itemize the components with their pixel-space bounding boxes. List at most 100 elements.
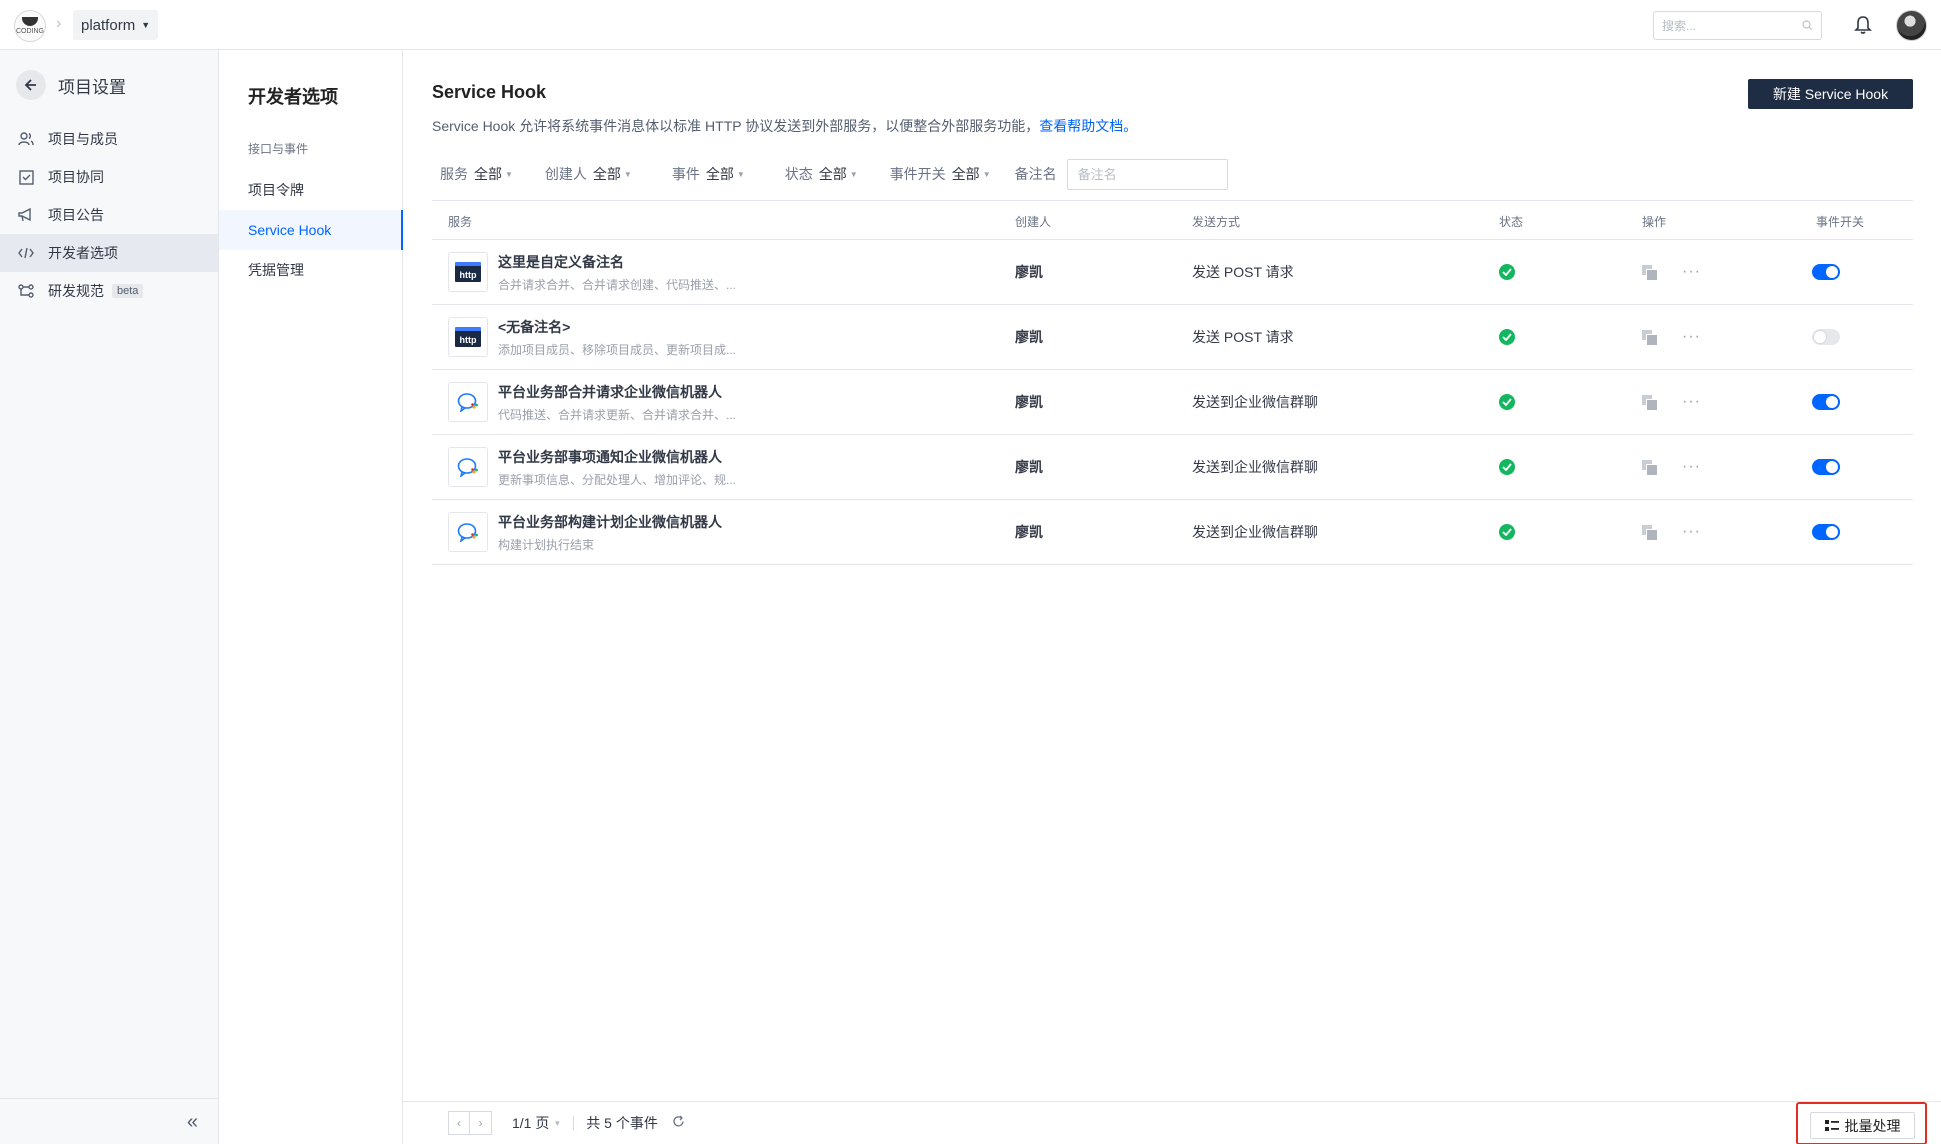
sidebar-item-label: 项目协同 <box>48 169 104 185</box>
service-icon-box <box>448 447 488 487</box>
ops-cell: ··· <box>1642 240 1701 304</box>
http-icon: http <box>455 327 481 347</box>
more-icon[interactable]: ··· <box>1682 523 1701 541</box>
table-row[interactable]: 平台业务部合并请求企业微信机器人 代码推送、合并请求更新、合并请求合并、... 廖凯… <box>432 370 1913 435</box>
search-input[interactable]: 搜索... <box>1653 11 1822 40</box>
sidebar-item-label: 项目与成员 <box>48 131 118 147</box>
sidebar-item-members[interactable]: 项目与成员 <box>0 120 218 158</box>
filter-value: 全部 <box>818 166 847 182</box>
more-icon[interactable]: ··· <box>1682 458 1701 476</box>
table-row[interactable]: 平台业务部构建计划企业微信机器人 构建计划执行结束 廖凯 发送到企业微信群聊 ··· <box>432 500 1913 565</box>
table-row[interactable]: 平台业务部事项通知企业微信机器人 更新事项信息、分配处理人、增加评论、规... 廖凯… <box>432 435 1913 500</box>
coding-logo[interactable]: CODING <box>14 10 46 42</box>
header-event-switch: 事件开关 <box>1816 214 1865 229</box>
filter-event[interactable]: 事件 全部 ▼ <box>672 164 745 184</box>
status-cell <box>1499 240 1515 304</box>
sidebar-item-dev-standards[interactable]: 研发规范 beta <box>0 272 218 310</box>
copy-icon[interactable] <box>1642 264 1658 281</box>
event-switch-toggle[interactable] <box>1812 524 1840 540</box>
filter-label: 状态 <box>784 166 813 182</box>
bell-icon[interactable] <box>1853 14 1873 36</box>
new-service-hook-button[interactable]: 新建 Service Hook <box>1748 79 1913 109</box>
event-switch-toggle[interactable] <box>1812 329 1840 345</box>
send-method-cell: 发送 POST 请求 <box>1192 329 1294 345</box>
sidebar-item-label: 研发规范 <box>48 283 104 299</box>
service-text: 平台业务部合并请求企业微信机器人 代码推送、合并请求更新、合并请求合并、... <box>498 382 736 423</box>
more-icon[interactable]: ··· <box>1682 393 1701 411</box>
arrow-left-icon <box>24 79 36 91</box>
filter-event-switch[interactable]: 事件开关 全部 ▼ <box>890 164 991 184</box>
page-select[interactable]: 1/1 页 ▼ <box>512 1113 561 1133</box>
collapse-sidebar-icon[interactable]: « <box>187 1111 198 1134</box>
service-text: <无备注名> 添加项目成员、移除项目成员、更新项目成... <box>498 317 736 358</box>
help-doc-link[interactable]: 查看帮助文档。 <box>1039 118 1137 134</box>
service-text: 这里是自定义备注名合并请求合并、合并请求创建、代码推送、... <box>498 252 736 293</box>
filter-service[interactable]: 服务 全部 ▼ <box>440 164 513 184</box>
table-row[interactable]: http <无备注名> 添加项目成员、移除项目成员、更新项目成... 廖凯 发送 POS… <box>432 305 1913 370</box>
code-icon <box>18 245 34 261</box>
event-switch-toggle[interactable] <box>1812 459 1840 475</box>
prev-page-button[interactable]: ‹ <box>448 1111 470 1135</box>
service-name[interactable]: 平台业务部事项通知企业微信机器人 <box>498 447 736 467</box>
subnav-item-credentials[interactable]: 凭据管理 <box>219 250 403 290</box>
service-cell: http <无备注名> 添加项目成员、移除项目成员、更新项目成... <box>448 305 736 369</box>
copy-icon[interactable] <box>1642 329 1658 346</box>
ops-cell: ··· <box>1642 370 1701 434</box>
top-bar: CODING › platform ▼ 搜索... <box>0 0 1941 50</box>
sidebar-item-developer-options[interactable]: 开发者选项 <box>0 234 218 272</box>
service-name[interactable]: <无备注名> <box>498 317 736 337</box>
batch-process-button[interactable]: 批量处理 <box>1810 1112 1915 1139</box>
remark-input[interactable] <box>1066 158 1228 190</box>
members-icon <box>18 131 34 147</box>
service-cell: 平台业务部合并请求企业微信机器人 代码推送、合并请求更新、合并请求合并、... <box>448 370 736 434</box>
pagination: ‹ › 1/1 页 ▼ 共 5 个事件 <box>448 1111 685 1135</box>
caret-down-icon: ▼ <box>736 169 745 179</box>
table-row[interactable]: http 这里是自定义备注名 合并请求合并、合并请求创建、代码推送、... 廖凯 发送 … <box>432 240 1913 305</box>
table-body: http 这里是自定义备注名 合并请求合并、合并请求创建、代码推送、... 廖凯 发送 … <box>432 240 1913 565</box>
caret-down-icon: ▼ <box>982 169 991 179</box>
subnav-item-service-hook[interactable]: Service Hook <box>219 210 403 250</box>
service-name[interactable]: 这里是自定义备注名 <box>498 252 736 272</box>
service-cell: 平台业务部事项通知企业微信机器人 更新事项信息、分配处理人、增加评论、规... <box>448 435 736 499</box>
sidebar-item-collaboration[interactable]: 项目协同 <box>0 158 218 196</box>
check-circle-icon <box>1499 394 1515 410</box>
more-icon[interactable]: ··· <box>1682 263 1701 281</box>
service-icon-box <box>448 512 488 552</box>
copy-icon[interactable] <box>1642 524 1658 541</box>
caret-down-icon: ▼ <box>141 20 151 30</box>
refresh-icon[interactable] <box>672 1115 685 1131</box>
subnav-item-project-token[interactable]: 项目令牌 <box>219 170 403 210</box>
filter-value: 全部 <box>951 166 980 182</box>
copy-icon[interactable] <box>1642 394 1658 411</box>
filter-label: 事件开关 <box>889 166 946 182</box>
service-name[interactable]: 平台业务部合并请求企业微信机器人 <box>498 382 736 402</box>
next-page-button[interactable]: › <box>470 1111 492 1135</box>
list-icon <box>1824 1119 1839 1131</box>
chevron-right-icon: › <box>56 15 62 32</box>
event-switch-toggle[interactable] <box>1812 264 1840 280</box>
user-avatar[interactable] <box>1896 10 1927 41</box>
service-name[interactable]: 平台业务部构建计划企业微信机器人 <box>498 512 722 532</box>
header-creator: 创建人 <box>1015 214 1052 229</box>
back-button[interactable] <box>16 70 46 100</box>
sidebar-item-announcement[interactable]: 项目公告 <box>0 196 218 234</box>
copy-icon[interactable] <box>1642 459 1658 476</box>
event-switch-toggle[interactable] <box>1812 394 1840 410</box>
event-switch-cell <box>1812 240 1840 304</box>
filter-value: 全部 <box>592 166 621 182</box>
event-switch-cell <box>1812 435 1840 499</box>
event-switch-cell <box>1812 305 1840 369</box>
project-switcher[interactable]: platform ▼ <box>73 10 159 40</box>
description-text: Service Hook 允许将系统事件消息体以标准 HTTP 协议发送到外部服… <box>432 118 1040 134</box>
filter-status[interactable]: 状态 全部 ▼ <box>785 164 858 184</box>
service-events: 添加项目成员、移除项目成员、更新项目成... <box>498 342 737 357</box>
batch-highlight: 批量处理 <box>1796 1102 1927 1144</box>
service-events: 合并请求合并、合并请求创建、代码推送、... <box>498 277 737 292</box>
more-icon[interactable]: ··· <box>1682 328 1701 346</box>
event-switch-cell <box>1812 370 1840 434</box>
search-icon <box>1802 20 1813 31</box>
filter-creator[interactable]: 创建人 全部 ▼ <box>545 164 632 184</box>
filter-value: 全部 <box>705 166 734 182</box>
header-send-method: 发送方式 <box>1192 214 1241 229</box>
send-method-cell: 发送 POST 请求 <box>1192 264 1294 280</box>
